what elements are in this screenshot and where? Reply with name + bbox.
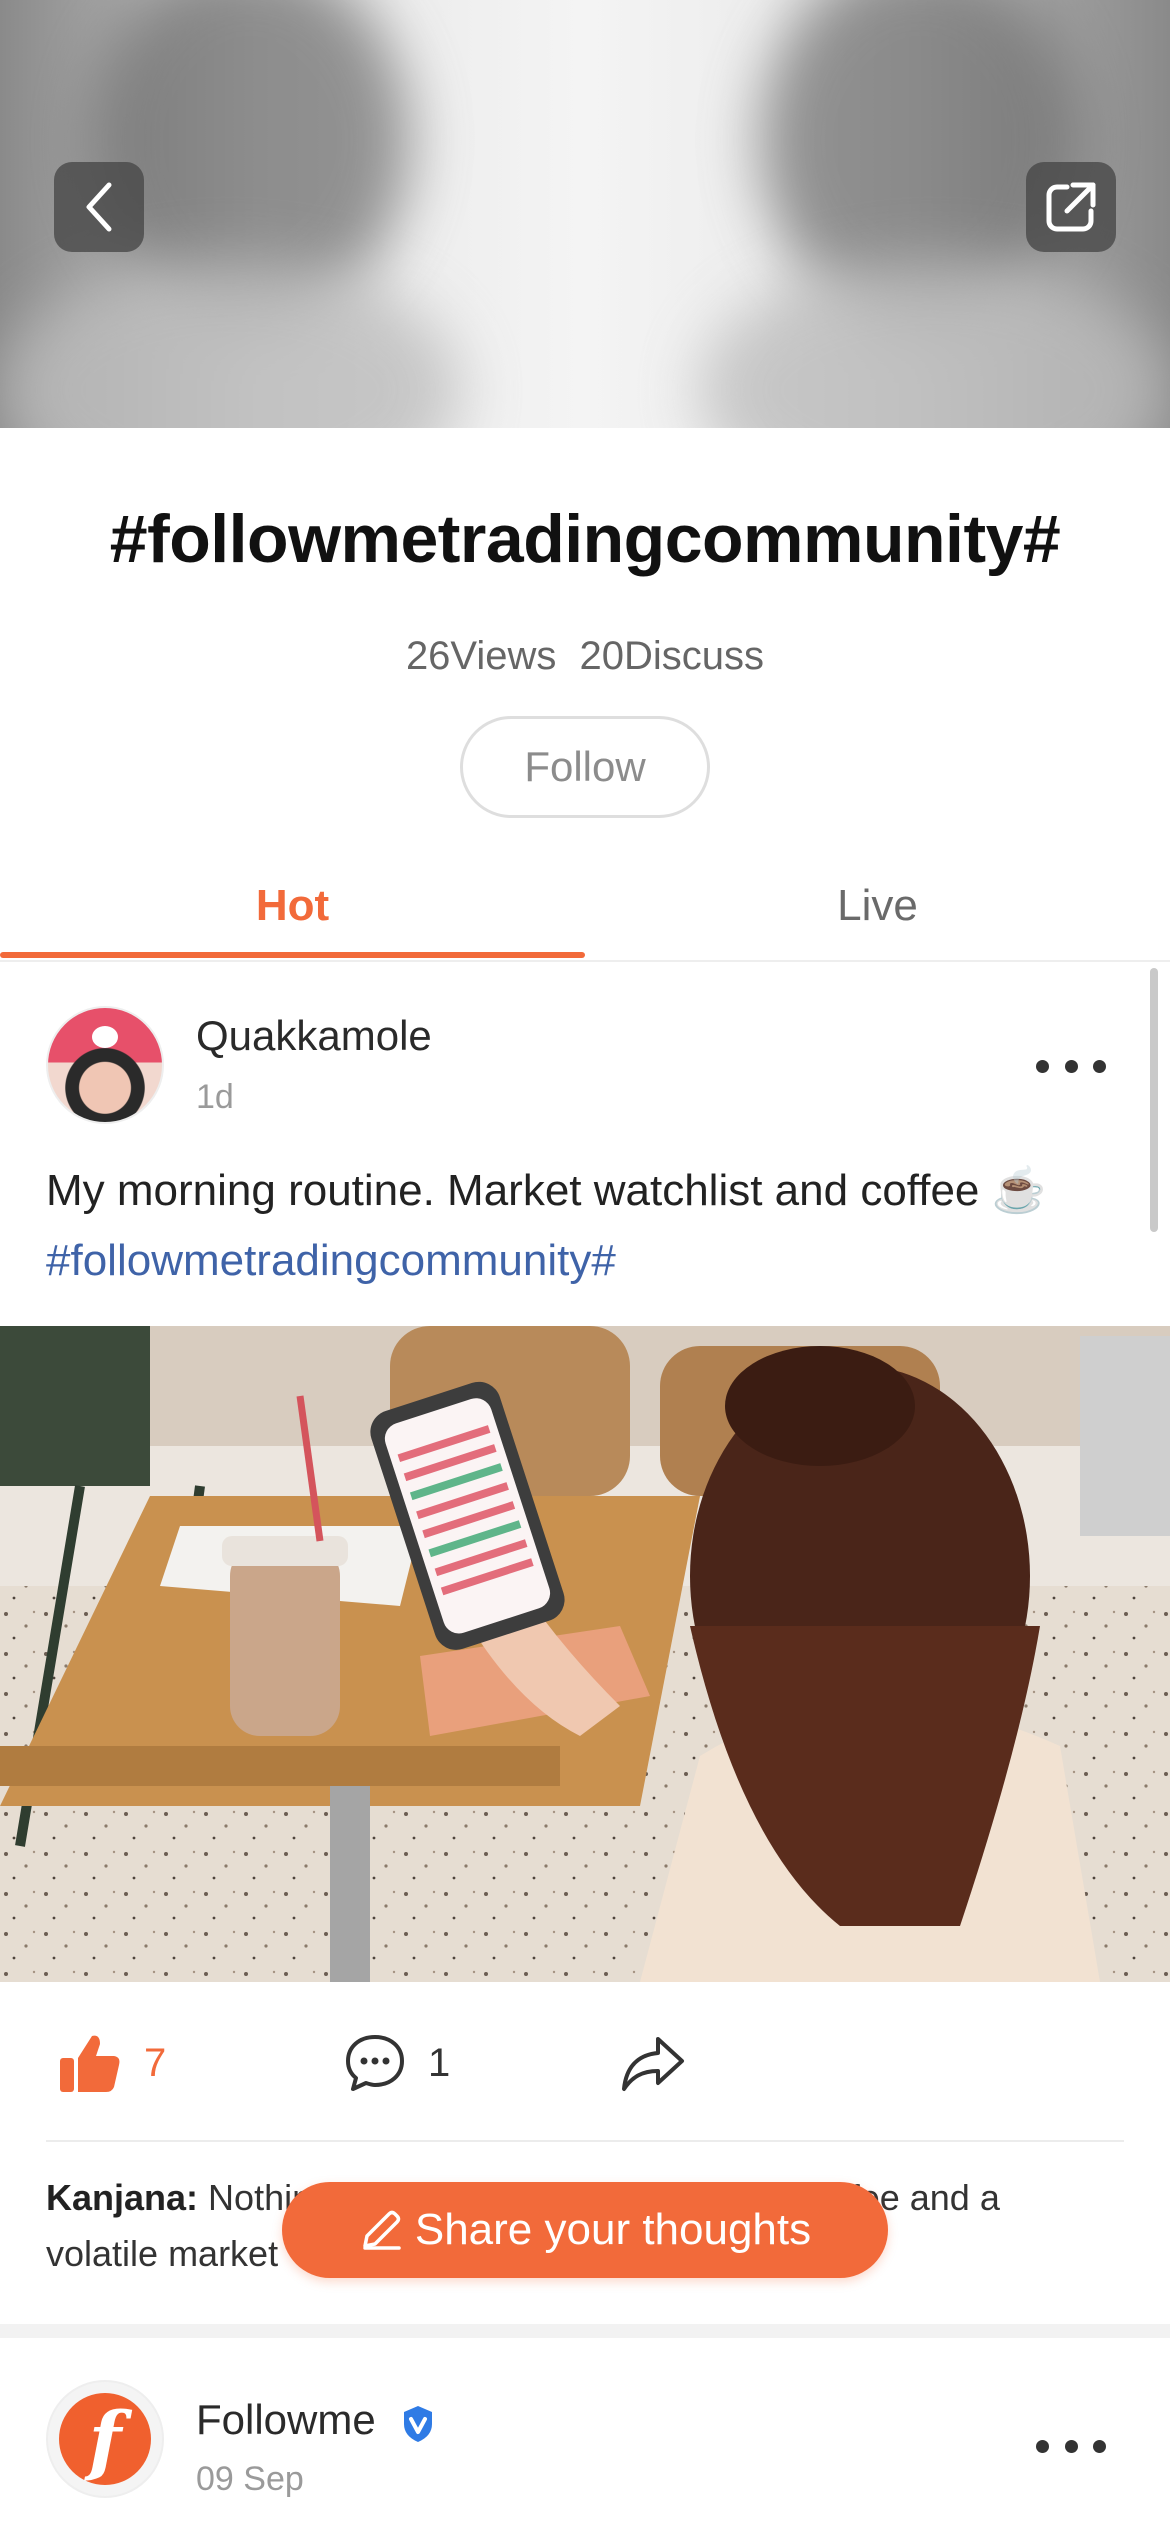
active-tab-indicator bbox=[0, 952, 585, 958]
external-link-icon bbox=[1046, 182, 1096, 232]
topic-stats: 26Views 20Discuss bbox=[0, 634, 1170, 679]
post-text: My morning routine. Market watchlist and… bbox=[46, 1156, 1136, 1296]
pencil-icon bbox=[363, 2210, 401, 2250]
dot bbox=[1036, 1059, 1049, 1073]
comment-user: Kanjana: bbox=[46, 2177, 199, 2218]
chevron-left-icon bbox=[86, 182, 112, 232]
compose-label: Share your thoughts bbox=[414, 2205, 812, 2254]
discuss-count: 20Discuss bbox=[579, 634, 765, 678]
followme-logo-icon: f bbox=[59, 2393, 151, 2485]
dot bbox=[1093, 1059, 1106, 1073]
comment-button[interactable]: 1 bbox=[344, 2028, 450, 2098]
share-arrow-icon bbox=[622, 2037, 684, 2091]
post-body: My morning routine. Market watchlist and… bbox=[46, 1166, 1047, 1215]
topic-title: #followmetradingcommunity# bbox=[109, 501, 1061, 577]
topic-banner bbox=[0, 0, 1170, 428]
more-options-button[interactable] bbox=[1036, 2426, 1106, 2466]
divider bbox=[46, 2140, 1124, 2142]
like-count: 7 bbox=[144, 2040, 167, 2085]
scrollbar[interactable] bbox=[1150, 968, 1158, 1232]
share-button[interactable] bbox=[1026, 162, 1116, 252]
like-button[interactable]: 7 bbox=[58, 2028, 166, 2098]
post-hashtag-link[interactable]: #followmetradingcommunity# bbox=[46, 1236, 616, 1285]
tab-hot[interactable]: Hot bbox=[0, 856, 585, 956]
avatar[interactable]: f bbox=[46, 2380, 164, 2498]
comment-count: 1 bbox=[428, 2040, 451, 2085]
dot bbox=[1064, 2439, 1078, 2453]
post-time: 1d bbox=[196, 1078, 234, 1116]
tab-live[interactable]: Live bbox=[585, 856, 1170, 956]
dot bbox=[1036, 2439, 1049, 2453]
post-photo-image bbox=[0, 1326, 1170, 1982]
back-button[interactable] bbox=[54, 162, 144, 252]
post-author[interactable]: Followme bbox=[196, 2396, 376, 2444]
follow-button[interactable]: Follow bbox=[460, 716, 710, 818]
post-author[interactable]: Quakkamole bbox=[196, 1012, 432, 1060]
feed-tabs: Hot Live bbox=[0, 856, 1170, 962]
section-separator bbox=[0, 2324, 1170, 2338]
post-photo[interactable] bbox=[0, 1326, 1170, 1982]
avatar[interactable] bbox=[46, 1006, 164, 1124]
dot bbox=[1064, 1059, 1078, 1073]
comment-bubble-icon bbox=[346, 2035, 404, 2091]
share-your-thoughts-button[interactable]: Share your thoughts bbox=[282, 2182, 888, 2278]
thumbs-up-icon bbox=[60, 2035, 120, 2092]
views-count: 26Views bbox=[405, 634, 557, 678]
dot bbox=[1093, 2439, 1106, 2453]
share-post-button[interactable] bbox=[620, 2028, 708, 2098]
more-options-button[interactable] bbox=[1036, 1046, 1106, 1086]
post-time: 09 Sep bbox=[196, 2460, 304, 2498]
verified-badge-icon bbox=[404, 2406, 432, 2442]
